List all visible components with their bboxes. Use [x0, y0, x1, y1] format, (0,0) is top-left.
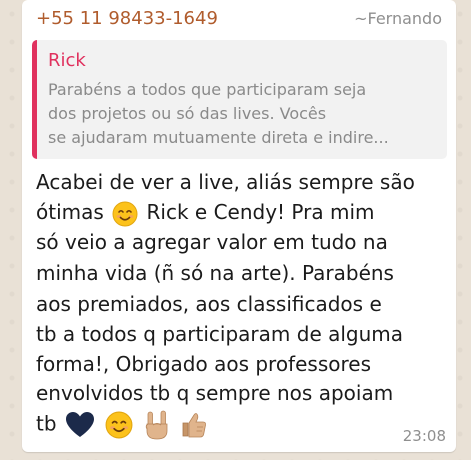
quote-text-line: dos projetos ou só das lives. Vocês: [48, 104, 327, 123]
message-text-line: tb a todos q participaram de alguma: [36, 322, 404, 346]
quoted-message[interactable]: Rick Parabéns a todos que participaram s…: [32, 40, 447, 159]
quote-text-line: Parabéns a todos que participaram seja: [48, 80, 367, 99]
message-text-segment: ótimas: [36, 200, 104, 224]
sender-phone[interactable]: +55 11 98433-1649: [36, 8, 218, 29]
message-text-line: ótimas Rick e Cendy! Pra mim: [36, 200, 374, 227]
message-text-line: só veio a agregar valor em tudo na: [36, 230, 388, 254]
message-text-line: minha vida (ñ só na arte). Parabéns: [36, 261, 394, 285]
dark-blue-heart-icon: [65, 411, 95, 439]
smiling-face-icon: [112, 201, 138, 227]
message-text-line: aos premiados, aos classificados e: [36, 292, 382, 316]
message-text-line: forma!, Obrigado aos professores: [36, 352, 371, 376]
quote-text-line: se ajudaram mutuamente direta e indire..…: [48, 128, 389, 147]
message-text-line: envolvidos tb q sempre nos apoiam: [36, 381, 394, 405]
message-timestamp: 23:08: [402, 427, 446, 445]
message-text-line: tb: [36, 410, 210, 440]
message-text-segment: tb: [36, 411, 57, 436]
message-text-segment: Rick e Cendy! Pra mim: [146, 200, 375, 224]
thumbs-up-icon: [180, 411, 208, 439]
message-bubble[interactable]: +55 11 98433-1649 ~Fernando Rick Parabén…: [22, 0, 456, 452]
sign-of-horns-icon: [144, 410, 170, 440]
quote-accent-bar: [32, 40, 37, 159]
quote-author: Rick: [48, 50, 86, 71]
smiling-face-icon: [105, 411, 133, 439]
sender-name: ~Fernando: [354, 9, 442, 28]
message-text-line: Acabei de ver a live, aliás sempre são: [36, 170, 415, 194]
